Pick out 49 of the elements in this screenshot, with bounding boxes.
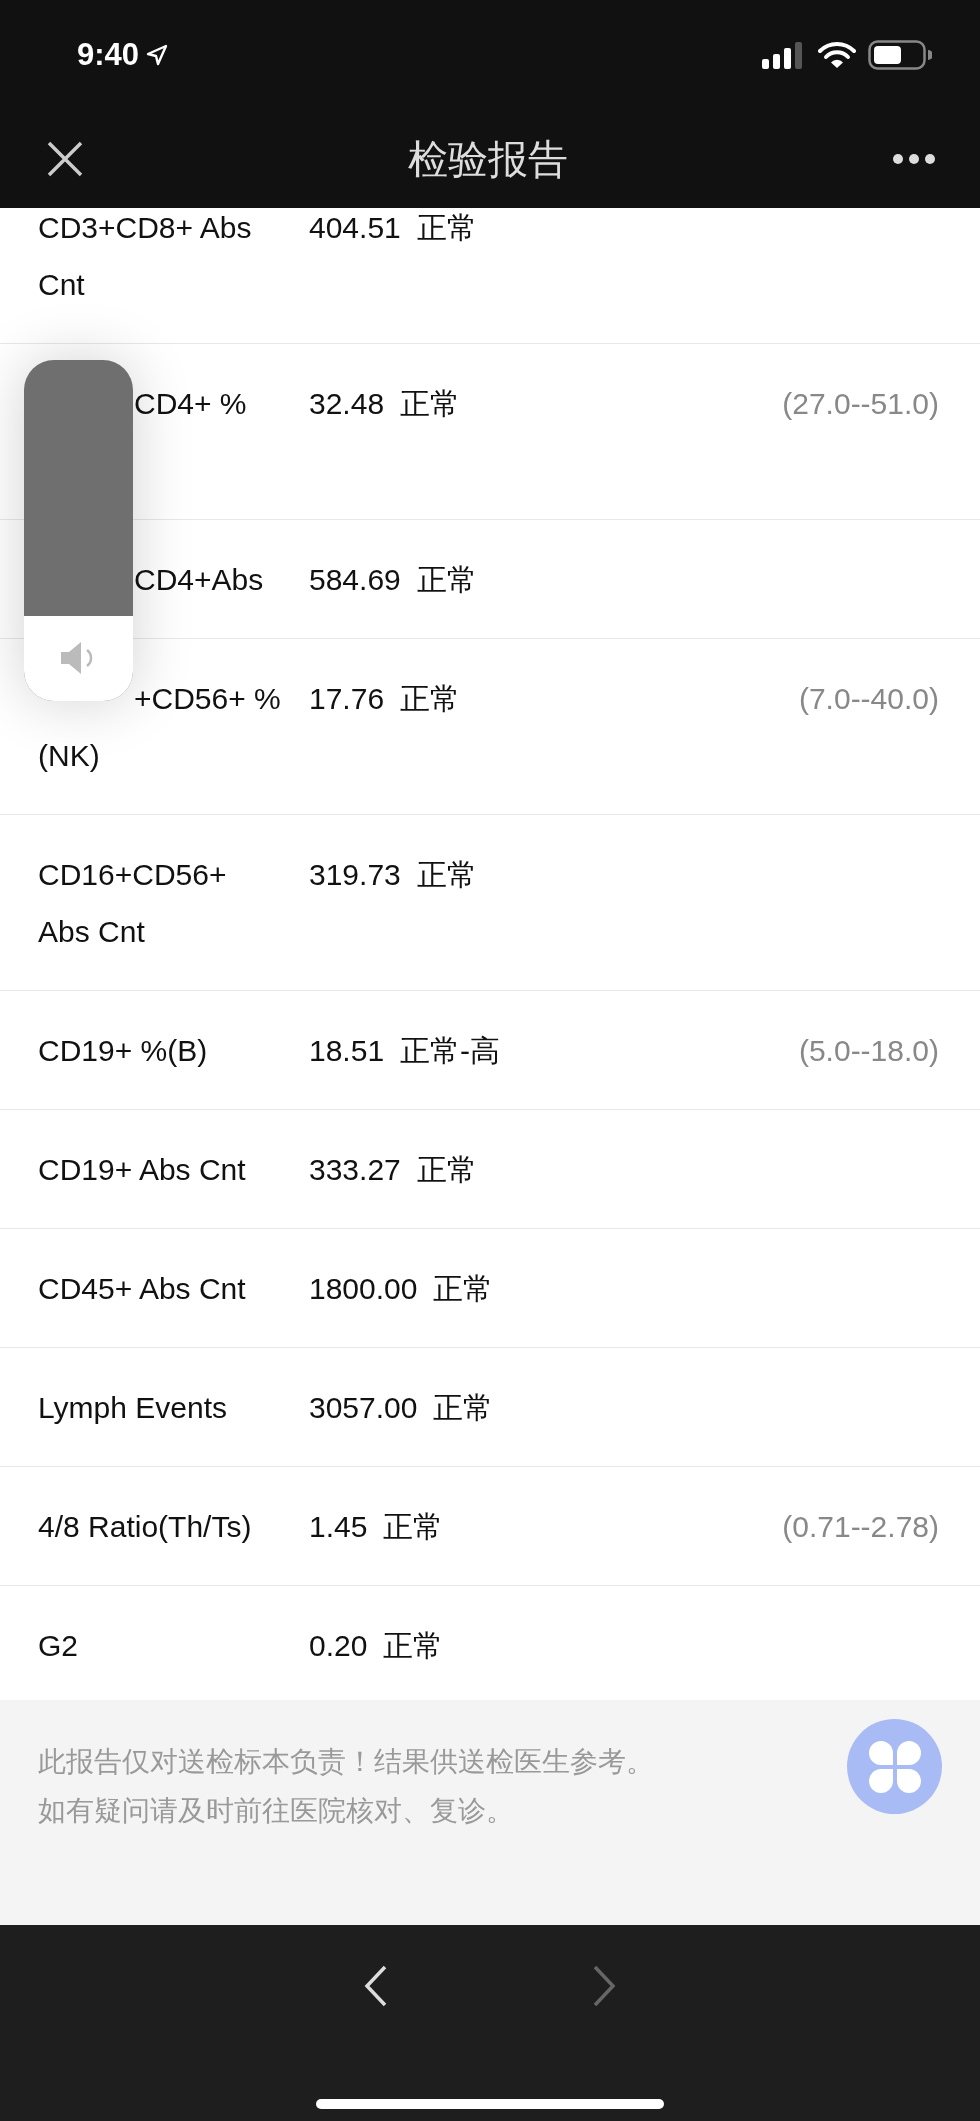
result-status: 正常 (400, 681, 461, 717)
result-status: 正常 (400, 386, 461, 422)
result-status: 正常 (383, 1628, 444, 1664)
result-status: 正常 (416, 1152, 477, 1188)
reference-range: (5.0--18.0) (798, 1033, 939, 1069)
test-value: 404.51 (309, 210, 401, 246)
reference-range: (27.0--51.0) (782, 386, 939, 422)
test-name: CD19+ Abs Cnt (38, 1152, 247, 1188)
test-name: CD4+Abs (133, 562, 265, 598)
test-name: G2 (38, 1628, 80, 1664)
disclaimer-text: 此报告仅对送检标本负责！结果供送检医生参考。 (38, 1745, 654, 1779)
test-name: 4/8 Ratio(Th/Ts) (38, 1509, 253, 1545)
test-value: 32.48 (309, 386, 385, 422)
result-status: 正常 (433, 1271, 494, 1307)
battery-icon (868, 40, 932, 70)
result-status: 正常 (416, 210, 477, 246)
result-status: 正常 (416, 857, 477, 893)
clover-icon (868, 1740, 921, 1793)
status-time: 9:40 (77, 37, 140, 73)
test-name: CD3+CD8+ Abs Cnt (38, 210, 253, 303)
test-value: 1.45 (309, 1509, 368, 1545)
test-value: 1800.00 (309, 1271, 418, 1307)
close-icon[interactable] (46, 140, 84, 178)
test-value: 584.69 (309, 562, 401, 598)
reference-range: (0.71--2.78) (782, 1509, 939, 1545)
result-status: 正常 (416, 562, 477, 598)
test-value: 18.51 (309, 1033, 385, 1069)
test-name: CD45+ Abs Cnt (38, 1271, 247, 1307)
test-value: 3057.00 (309, 1390, 418, 1426)
test-value: 319.73 (309, 857, 401, 893)
test-name: CD19+ %(B) (38, 1033, 209, 1069)
test-value: 17.76 (309, 681, 385, 717)
more-icon[interactable] (892, 153, 936, 165)
page-title: 检验报告 (408, 135, 568, 183)
result-status: 正常 (433, 1390, 494, 1426)
disclaimer-text: 如有疑问请及时前往医院核对、复诊。 (38, 1794, 514, 1828)
volume-slider[interactable] (24, 360, 133, 701)
test-name: CD4+ % (133, 386, 248, 422)
test-name: Lymph Events (38, 1390, 228, 1426)
test-value: 0.20 (309, 1628, 368, 1664)
test-name: CD16+CD56+ Abs Cnt (38, 857, 228, 950)
location-arrow-icon (145, 43, 170, 67)
result-status: 正常 (383, 1509, 444, 1545)
test-name: +CD56+ % (NK) (38, 681, 282, 774)
reference-range: (7.0--40.0) (798, 681, 939, 717)
wifi-icon (818, 41, 856, 69)
back-icon[interactable] (364, 1965, 388, 2007)
test-value: 333.27 (309, 1152, 401, 1188)
result-status: 正常-高 (400, 1033, 501, 1069)
